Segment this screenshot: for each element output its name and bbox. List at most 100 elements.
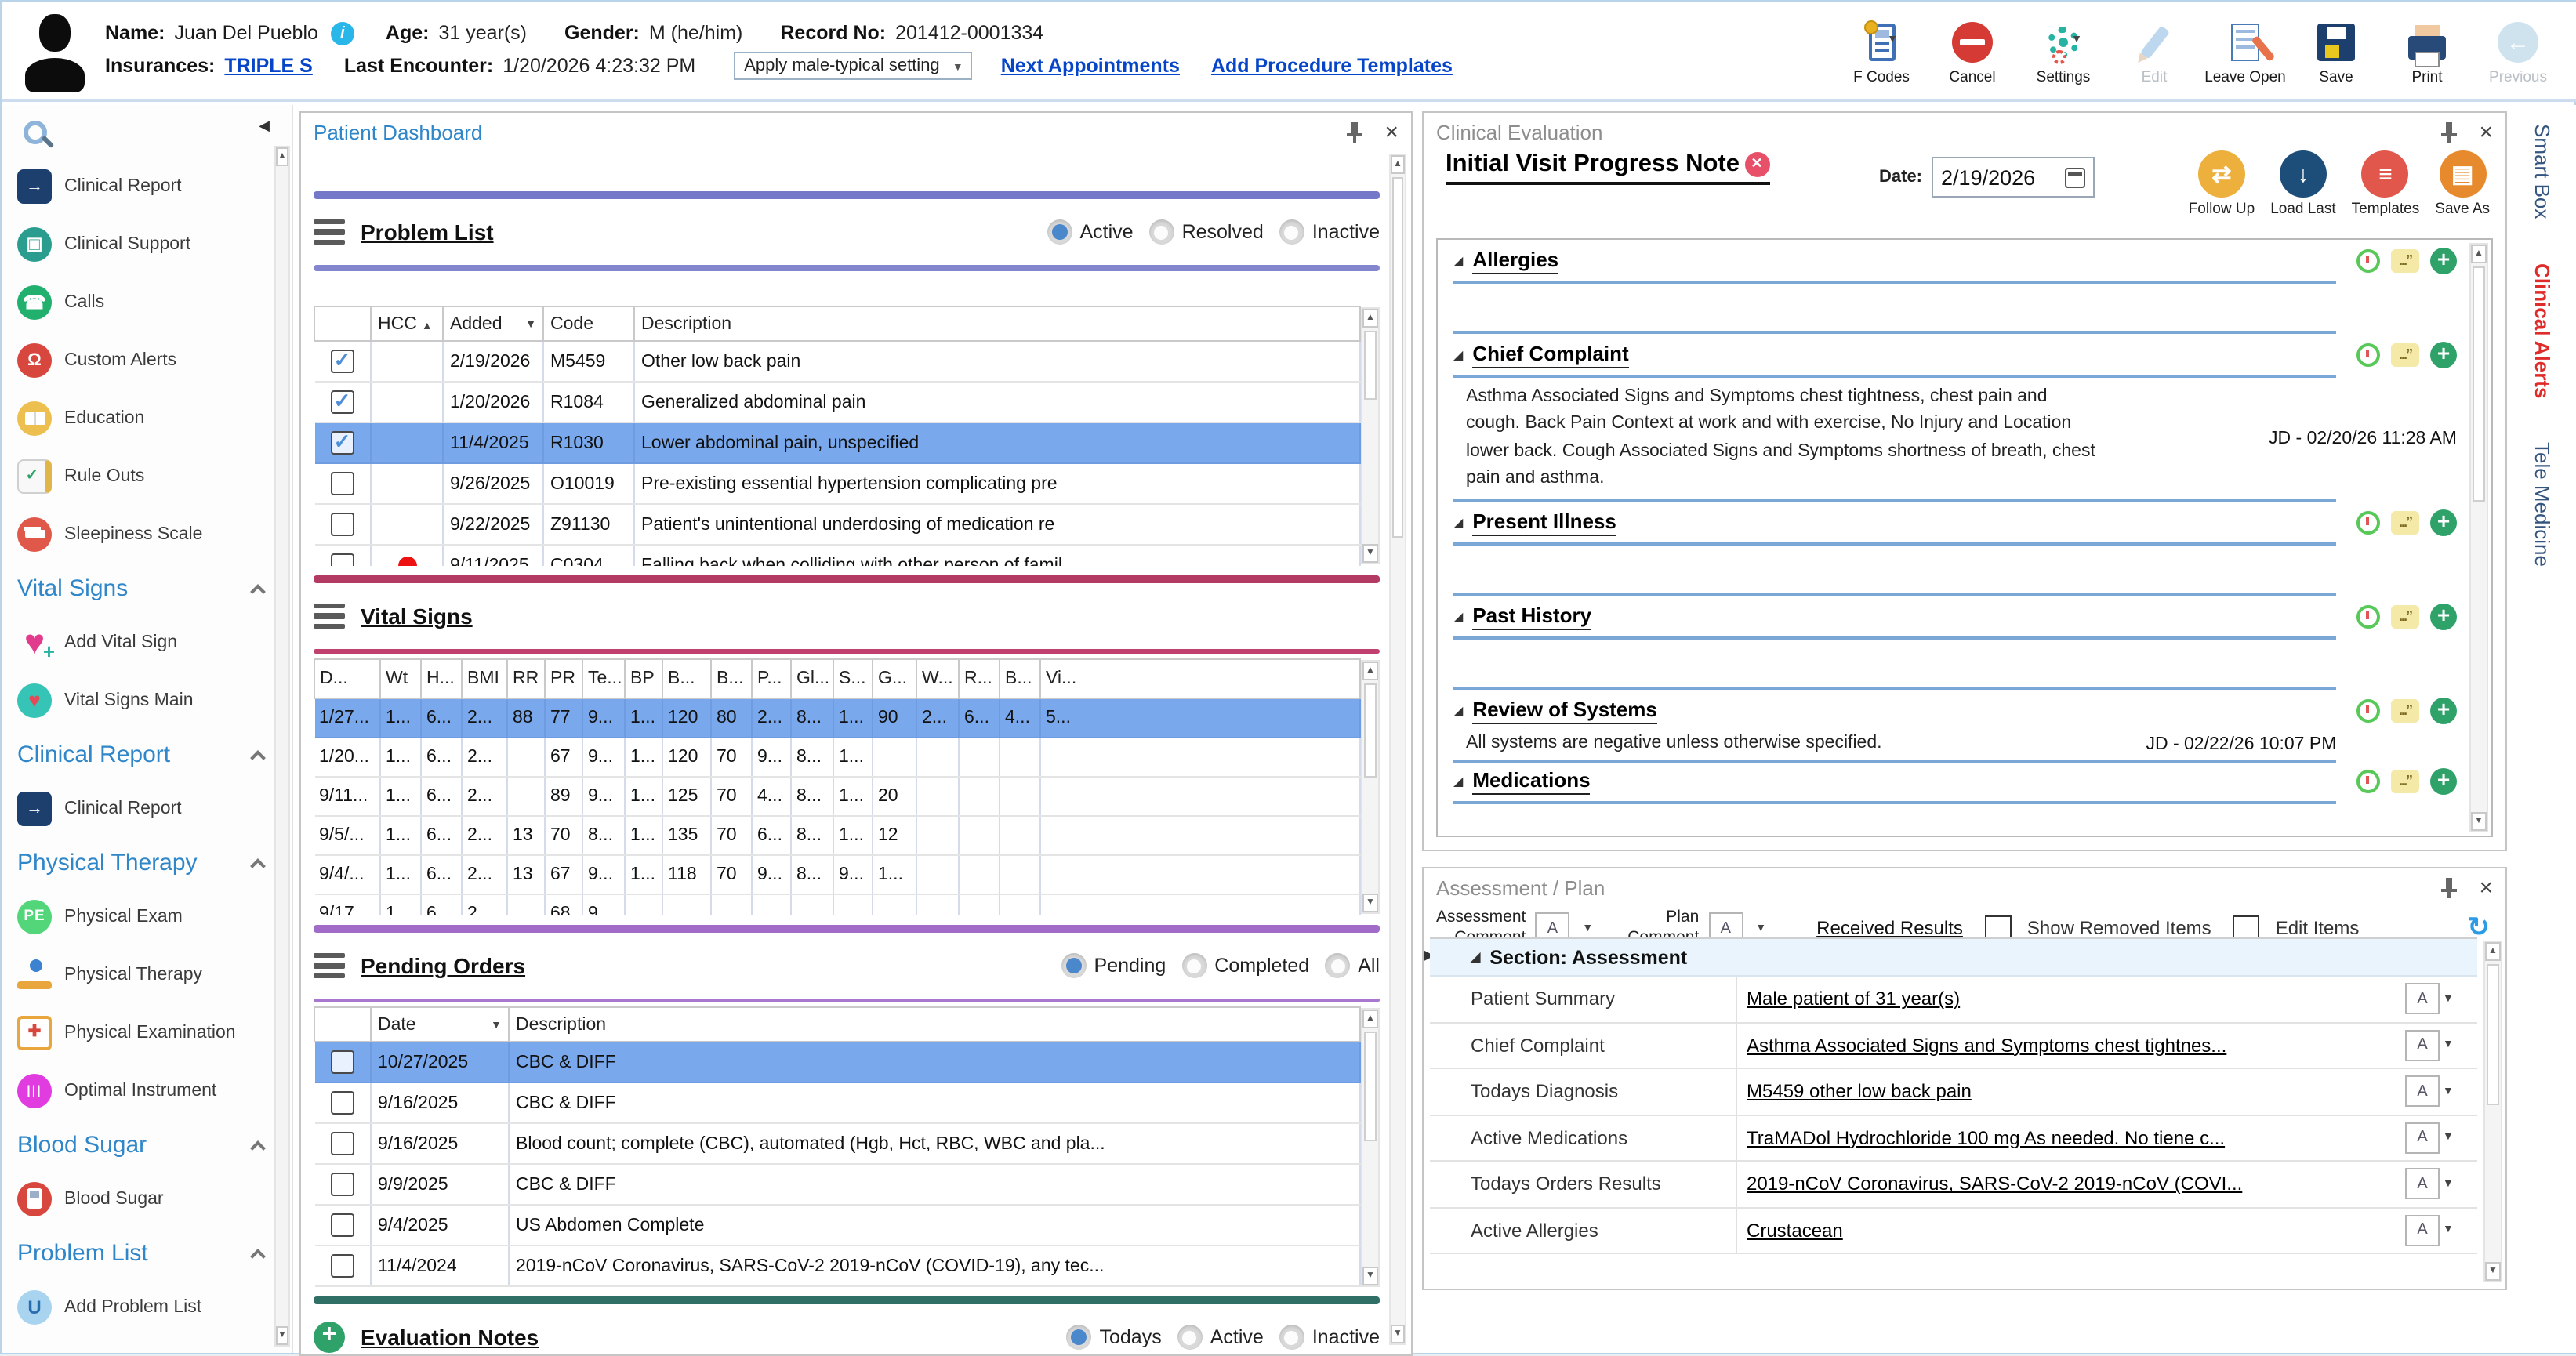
column-header[interactable] — [314, 306, 371, 341]
column-header-added[interactable]: Added▼ — [443, 306, 543, 341]
pin-icon[interactable] — [2441, 878, 2457, 898]
section-title[interactable]: Evaluation Notes — [361, 1325, 539, 1350]
tab-smart-box[interactable]: Smart Box — [2531, 124, 2554, 219]
scroll-down-icon[interactable]: ▼ — [1362, 894, 1378, 912]
assessment-row[interactable]: Patient Summary Male patient of 31 year(… — [1430, 977, 2477, 1023]
vital-row[interactable]: 1/20...1...6...2...679...1...120709...8.… — [314, 738, 1360, 777]
sidebar-item-optimal-instrument[interactable]: ||| Optimal Instrument — [17, 1061, 273, 1119]
timer-icon[interactable] — [2356, 510, 2380, 534]
menu-icon[interactable] — [314, 953, 345, 979]
dropdown-caret-icon[interactable]: ▼ — [2443, 1040, 2454, 1051]
sidebar-item-education[interactable]: Education — [17, 389, 273, 447]
remove-note-icon[interactable]: ✕ — [1744, 151, 1769, 176]
order-row[interactable]: 9/16/2025 CBC & DIFF — [314, 1082, 1360, 1123]
text-format-button[interactable]: A — [2405, 1215, 2440, 1246]
row-checkbox[interactable] — [331, 1173, 354, 1196]
scroll-up-icon[interactable]: ▲ — [2471, 245, 2487, 263]
order-row[interactable]: 9/9/2025 CBC & DIFF — [314, 1164, 1360, 1205]
save-as-button[interactable]: ▤ Save As — [2435, 150, 2490, 218]
dropdown-caret-icon[interactable]: ▼ — [2443, 1086, 2454, 1097]
add-icon[interactable] — [2430, 341, 2457, 368]
add-procedure-templates-link[interactable]: Add Procedure Templates — [1211, 54, 1453, 76]
leave-open-button[interactable]: Leave Open — [2201, 20, 2289, 86]
section-title[interactable]: Problem List — [361, 219, 494, 245]
text-format-button[interactable]: A — [2405, 1076, 2440, 1108]
add-icon[interactable] — [2430, 247, 2457, 274]
sidebar-item-vital-signs-main[interactable]: ♥ Vital Signs Main — [17, 671, 273, 729]
date-input[interactable]: 2/19/2026 — [1932, 157, 2095, 198]
dropdown-caret-icon[interactable]: ▼ — [1755, 923, 1766, 934]
column-header-date[interactable]: Date▼ — [371, 1007, 509, 1042]
column-header[interactable] — [314, 1007, 371, 1042]
row-checkbox[interactable] — [331, 431, 354, 455]
dropdown-caret-icon[interactable]: ▼ — [2443, 1179, 2454, 1190]
row-checkbox[interactable] — [331, 1213, 354, 1237]
collapse-icon[interactable]: ◢ — [1453, 609, 1463, 623]
section-title[interactable]: Vital Signs — [361, 604, 473, 629]
scroll-up-icon[interactable]: ▲ — [1362, 1010, 1378, 1028]
sidebar-item-physical-exam[interactable]: PE Physical Exam — [17, 887, 273, 945]
problem-row[interactable]: 9/11/2025 C0304 Falling back when collid… — [314, 545, 1360, 566]
pin-icon[interactable] — [2441, 122, 2457, 143]
sidebar-item-blood-sugar[interactable]: Blood Sugar — [17, 1169, 273, 1227]
pin-icon[interactable] — [1347, 122, 1362, 143]
add-icon[interactable] — [2430, 509, 2457, 535]
assessment-row[interactable]: Todays Diagnosis M5459 other low back pa… — [1430, 1069, 2477, 1115]
collapse-icon[interactable]: ◢ — [1453, 515, 1463, 529]
add-icon[interactable] — [2430, 603, 2457, 629]
order-row[interactable]: 11/4/2024 2019-nCoV Coronavirus, SARS-Co… — [314, 1245, 1360, 1286]
sidebar-section-problem-list[interactable]: Problem List — [17, 1227, 273, 1278]
follow-up-button[interactable]: ⇄ Follow Up — [2189, 150, 2255, 218]
next-appointments-link[interactable]: Next Appointments — [1001, 54, 1180, 76]
received-results-link[interactable]: Received Results — [1816, 917, 1963, 939]
assessment-row[interactable]: Todays Orders Results 2019-nCoV Coronavi… — [1430, 1162, 2477, 1208]
scroll-down-icon[interactable]: ▼ — [276, 1326, 288, 1345]
assessment-row[interactable]: Active Allergies Crustacean A ▼ — [1430, 1208, 2477, 1254]
radio-icon[interactable] — [1047, 219, 1072, 245]
sidebar-item-physical-therapy[interactable]: Physical Therapy — [17, 945, 273, 1003]
problem-row[interactable]: 11/4/2025 R1030 Lower abdominal pain, un… — [314, 422, 1360, 463]
sidebar-item-physical-examination[interactable]: ✚ Physical Examination — [17, 1003, 273, 1061]
sidebar-item-add-problem-list[interactable]: U Add Problem List — [17, 1278, 273, 1336]
radio-icon[interactable] — [1177, 1325, 1203, 1350]
save-button[interactable]: Save — [2292, 20, 2380, 86]
add-icon[interactable] — [314, 1322, 345, 1353]
scroll-down-icon[interactable]: ▼ — [1391, 1325, 1405, 1343]
timer-icon[interactable] — [2356, 343, 2380, 366]
dropdown-caret-icon[interactable]: ▼ — [2443, 1225, 2454, 1236]
scroll-up-icon[interactable]: ▲ — [1362, 662, 1378, 680]
load-last-button[interactable]: ↓ Load Last — [2270, 150, 2335, 218]
search-icon[interactable] — [24, 121, 47, 144]
scroll-down-icon[interactable]: ▼ — [2471, 812, 2487, 831]
tab-clinical-alerts[interactable]: Clinical Alerts — [2531, 263, 2554, 397]
section-present-illness[interactable]: ◢ Present Illness — [1453, 505, 2457, 539]
column-header[interactable]: Vi... — [1040, 659, 1360, 698]
scroll-up-icon[interactable]: ▲ — [276, 147, 288, 166]
menu-icon[interactable] — [314, 604, 345, 629]
row-checkbox[interactable] — [331, 390, 354, 414]
column-header[interactable]: W... — [916, 659, 959, 698]
column-header[interactable]: S... — [833, 659, 873, 698]
quote-note-icon[interactable] — [2391, 343, 2419, 366]
filter-radio[interactable]: Completed — [1181, 953, 1309, 978]
quote-note-icon[interactable] — [2391, 698, 2419, 722]
sidebar-item-clinical-support[interactable]: ▣ Clinical Support — [17, 215, 273, 273]
dropdown-caret-icon[interactable]: ▼ — [2443, 994, 2454, 1005]
sidebar-scrollbar[interactable]: ▲ ▼ — [274, 146, 290, 1347]
row-checkbox[interactable] — [331, 1050, 354, 1074]
collapse-icon[interactable]: ◢ — [1453, 347, 1463, 361]
column-header[interactable]: BMI — [462, 659, 507, 698]
radio-icon[interactable] — [1325, 953, 1350, 978]
filter-radio[interactable]: All — [1325, 953, 1380, 978]
radio-icon[interactable] — [1067, 1325, 1092, 1350]
section-chief-complaint[interactable]: ◢ Chief Complaint — [1453, 337, 2457, 372]
text-format-button[interactable]: A — [2405, 1030, 2440, 1061]
sidebar-section-clinical-report[interactable]: Clinical Report — [17, 729, 273, 779]
assessment-row[interactable]: Chief Complaint Asthma Associated Signs … — [1430, 1023, 2477, 1069]
note-title[interactable]: Initial Visit Progress Note✕ — [1446, 150, 1769, 185]
assessment-row[interactable]: Active Medications TraMADol Hydrochlorid… — [1430, 1115, 2477, 1162]
column-header[interactable]: R... — [959, 659, 1000, 698]
column-header[interactable]: H... — [421, 659, 462, 698]
sections-scrollbar[interactable]: ▲ ▼ — [2469, 243, 2488, 832]
vital-row[interactable]: 9/11...1...6...2...899...1...125704...8.… — [314, 777, 1360, 816]
